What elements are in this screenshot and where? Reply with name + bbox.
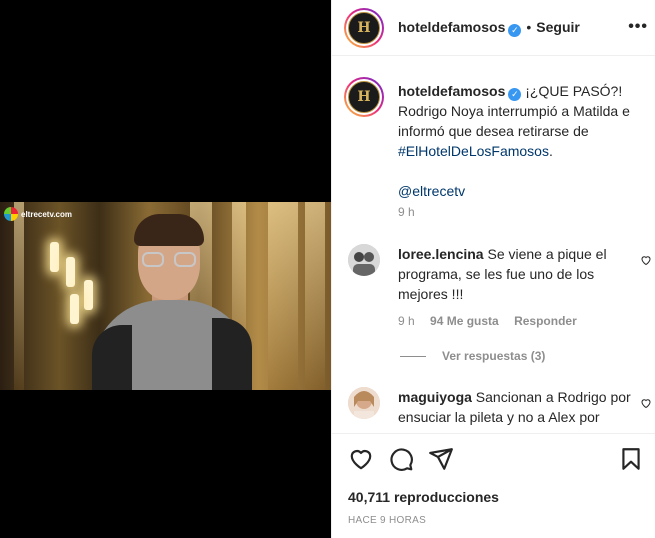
comment-text: maguiyoga Sancionan a Rodrigo por ensuci… (398, 387, 634, 427)
background-stripe (14, 202, 24, 390)
verified-badge-icon: ✓ (508, 88, 522, 101)
save-bookmark-icon[interactable] (618, 446, 644, 472)
caption-text: hoteldefamosos ✓ ¡¿QUE PASÓ?! Rodrigo Noy… (398, 81, 648, 201)
comment-time[interactable]: 9 h (398, 314, 415, 328)
comment-avatar[interactable] (348, 244, 380, 276)
post-panel: H hoteldefamosos ✓ • Seguir ••• H hoteldefa… (331, 0, 655, 538)
background-stripe (305, 202, 325, 390)
lamp (50, 242, 59, 272)
caption-avatar[interactable]: H (344, 77, 384, 117)
lamp (70, 294, 79, 324)
header-user-line: hoteldefamosos ✓ • Seguir (398, 19, 580, 37)
comment-username[interactable]: loree.lencina (398, 246, 484, 262)
caption-hashtag[interactable]: #ElHotelDeLosFamosos (398, 143, 549, 159)
like-comment-heart-icon[interactable] (640, 397, 652, 409)
more-options-icon[interactable]: ••• (628, 18, 648, 36)
background-stripe (268, 202, 298, 390)
person-sleeve (92, 325, 132, 390)
views-count[interactable]: 40,711 reproducciones (348, 489, 499, 505)
post-header: H hoteldefamosos ✓ • Seguir ••• (332, 0, 655, 56)
channel-logo-icon (4, 207, 18, 221)
like-heart-icon[interactable] (348, 446, 374, 472)
lamp (84, 280, 93, 310)
view-replies-label: Ver respuestas (3) (442, 349, 546, 363)
comments-scroll[interactable]: H hoteldefamosos ✓ ¡¿QUE PASÓ?! Rodrigo N… (332, 57, 655, 433)
glasses (142, 252, 198, 268)
header-username[interactable]: hoteldefamosos (398, 19, 505, 35)
comment-username[interactable]: maguiyoga (398, 389, 472, 405)
comment-bubble-icon[interactable] (388, 446, 414, 472)
like-comment-heart-icon[interactable] (640, 254, 652, 266)
separator-dot: • (526, 19, 532, 35)
post-time[interactable]: HACE 9 HORAS (348, 515, 426, 526)
lamp (66, 257, 75, 287)
video-player[interactable]: eltrecetv.com (0, 0, 331, 538)
comment-meta: 9 h 94 Me gusta Responder (398, 314, 577, 328)
caption-time[interactable]: 9 h (398, 205, 415, 219)
actions-bar: 40,711 reproducciones HACE 9 HORAS (332, 433, 655, 538)
caption-mention[interactable]: @eltrecetv (398, 183, 465, 199)
view-replies-button[interactable]: Ver respuestas (3) (400, 349, 545, 363)
channel-watermark: eltrecetv.com (4, 207, 72, 221)
watermark-text: eltrecetv.com (21, 209, 72, 219)
comment-avatar[interactable] (348, 387, 380, 419)
replies-divider (400, 355, 426, 357)
comment-likes[interactable]: 94 Me gusta (430, 314, 499, 328)
avatar-logo: H (348, 81, 380, 113)
person-hair (134, 214, 204, 246)
caption-end: . (548, 143, 553, 159)
verified-badge-icon: ✓ (508, 24, 522, 37)
caption-username[interactable]: hoteldefamosos (398, 83, 505, 99)
comment-text: loree.lencina Se viene a pique el progra… (398, 244, 634, 304)
avatar-logo: H (348, 12, 380, 44)
share-send-icon[interactable] (428, 446, 454, 472)
follow-button[interactable]: Seguir (536, 19, 580, 35)
reply-button[interactable]: Responder (514, 314, 577, 328)
profile-avatar[interactable]: H (344, 8, 384, 48)
